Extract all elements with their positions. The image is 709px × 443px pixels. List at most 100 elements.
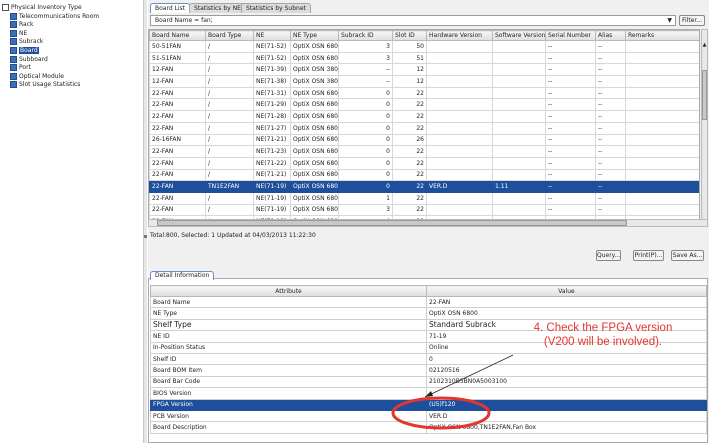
detail-row[interactable]: Board BOM Item 02120516 [150, 364, 707, 377]
table-vertical-scrollbar[interactable]: ▲ [701, 29, 708, 225]
detail-row[interactable]: FPGA Version (U5)f120 [150, 398, 707, 411]
table-horizontal-scrollbar[interactable] [148, 219, 708, 227]
callout-line-1: 4. Check the FPGA version [533, 322, 673, 334]
table-cell: -- [338, 75, 393, 88]
table-cell [625, 51, 699, 65]
table-cell: / [205, 98, 254, 112]
detail-row[interactable]: Shelf ID 0 [150, 352, 707, 366]
column-header[interactable]: Software Version [492, 30, 546, 41]
table-row[interactable]: 50-51FAN / NE(71-52) OptiX OSN 6800 3 50 -- -- [149, 40, 699, 53]
table-cell: OptiX OSN 6800 [290, 98, 339, 112]
table-row[interactable]: 12-FAN / NE(71-39) OptiX OSN 3800 -- 12 -- -- [149, 63, 699, 77]
tab-statistics-by-subnet[interactable]: Statistics by Subnet [241, 3, 311, 13]
table-cell: 0 [338, 145, 393, 158]
table-cell: OptiX OSN 6800 [290, 156, 339, 170]
filter-button[interactable]: Filter... [679, 15, 705, 26]
attribute-cell: In-Position Status [150, 341, 427, 354]
table-row[interactable]: 22-FAN / NE(71-31) OptiX OSN 6800 0 22 -- -- [149, 86, 699, 100]
detail-row[interactable]: Board Description OptiX OSN 6800,TN1E2FAN… [150, 421, 707, 434]
table-cell: NE(71-52) [253, 51, 291, 65]
column-header[interactable]: Serial Number [545, 30, 596, 41]
table-cell: NE(71-52) [253, 40, 291, 53]
table-row[interactable]: 22-FAN / NE(71-27) OptiX OSN 6800 0 22 -- -- [149, 121, 699, 135]
table-row[interactable]: 22-FAN / NE(71-23) OptiX OSN 6800 0 22 -- -- [149, 145, 699, 158]
query-button[interactable]: Query... [596, 250, 621, 261]
table-cell: 22-FAN [149, 203, 206, 217]
table-cell: -- [595, 168, 626, 182]
value-cell: 22-FAN [426, 295, 707, 309]
table-row[interactable]: 22-FAN / NE(71-21) OptiX OSN 6800 0 22 -- -- [149, 168, 699, 182]
tab-detail-information[interactable]: Detail Information [150, 271, 215, 280]
table-row[interactable]: 22-FAN / NE(71-28) OptiX OSN 6800 0 22 -- -- [149, 110, 699, 123]
table-cell: NE(71-19) [253, 191, 291, 205]
table-cell: -- [545, 180, 596, 193]
table-cell [492, 121, 546, 135]
tab-board-list[interactable]: Board List [150, 3, 191, 13]
table-cell: -- [595, 86, 626, 100]
tab-statistics-by-ne[interactable]: Statistics by NE [189, 3, 246, 13]
table-cell: 26 [392, 133, 427, 147]
table-cell: OptiX OSN 6800 [290, 121, 339, 135]
column-header[interactable]: Remarks [625, 30, 699, 41]
scroll-thumb[interactable] [157, 220, 627, 226]
table-row[interactable]: 22-FAN / NE(71-19) OptiX OSN 6800 1 22 -- -- [149, 191, 699, 205]
table-cell: -- [545, 203, 596, 217]
column-header[interactable]: NE [253, 30, 291, 41]
table-row[interactable]: 22-FAN / NE(71-22) OptiX OSN 6800 0 22 -- -- [149, 156, 699, 170]
table-cell: -- [595, 203, 626, 217]
subrack-icon [10, 38, 17, 46]
detail-row[interactable]: PCB Version VER.D [150, 409, 707, 423]
table-cell: 12-FAN [149, 63, 206, 77]
tree-item[interactable]: Slot Usage Statistics [10, 80, 80, 89]
detail-table: Attribute Value Board Name 22-FAN NE Type O… [150, 285, 707, 434]
table-cell [426, 156, 493, 170]
table-row[interactable]: 26-16FAN/NE(71-21)OptiX OSN 6800 ...026 -… [149, 133, 699, 147]
value-cell: 2102310B5BN0A5003100 [426, 375, 707, 389]
column-header-value[interactable]: Value [426, 285, 707, 297]
column-header[interactable]: NE Type [290, 30, 339, 41]
value-cell: 0 [426, 352, 707, 366]
table-cell: NE(71-31) [253, 86, 291, 100]
table-cell: TN1E2FAN [205, 180, 254, 193]
attribute-cell: Board Description [150, 421, 427, 434]
column-header[interactable]: Subrack ID [338, 30, 393, 41]
table-cell: 22 [392, 86, 427, 100]
value-cell: VER.D [426, 409, 707, 423]
attribute-cell: NE Type [150, 307, 427, 320]
detail-row[interactable]: BIOS Version [150, 387, 707, 400]
folder-icon [2, 4, 9, 11]
detail-row[interactable]: Board Bar Code 2102310B5BN0A5003100 [150, 375, 707, 389]
column-header[interactable]: Slot ID [392, 30, 427, 41]
table-cell [625, 75, 699, 88]
table-cell: -- [595, 63, 626, 77]
print-button[interactable]: Print(P)... [633, 250, 664, 261]
column-header[interactable]: Board Type [205, 30, 254, 41]
tree-item-label: Optical Module [19, 72, 64, 80]
detail-row[interactable]: NE Type OptiX OSN 6800 [150, 307, 707, 320]
column-header[interactable]: Hardware Version [426, 30, 493, 41]
table-row[interactable]: 22-FAN / NE(71-29) OptiX OSN 6800 0 22 -- -- [149, 98, 699, 112]
table-row[interactable]: 12-FAN / NE(71-38) OptiX OSN 3800 -- 12 -- -- [149, 75, 699, 88]
table-cell: OptiX OSN 6800 ... [290, 133, 339, 147]
table-cell: 22 [392, 156, 427, 170]
table-cell [426, 75, 493, 88]
scroll-thumb[interactable] [702, 70, 707, 120]
table-cell [625, 86, 699, 100]
table-row[interactable]: 51-51FAN / NE(71-52) OptiX OSN 6800 3 51 -- -- [149, 51, 699, 65]
table-cell: OptiX OSN 6800 [290, 168, 339, 182]
column-header[interactable]: Alias [595, 30, 626, 41]
table-cell [625, 156, 699, 170]
filter-condition-field[interactable]: Board Name = fan; ▼ [150, 15, 676, 26]
table-cell: -- [545, 40, 596, 53]
detail-row[interactable]: Board Name 22-FAN [150, 295, 707, 309]
column-header-attribute[interactable]: Attribute [150, 285, 427, 297]
column-header[interactable]: Board Name [149, 30, 206, 41]
table-row[interactable]: 22-FAN TN1E2FAN NE(71-19) OptiX OSN 6800 0 22… [149, 180, 699, 193]
chevron-down-icon[interactable]: ▼ [667, 16, 672, 25]
save-as-button[interactable]: Save As... [671, 250, 704, 261]
scroll-up-icon[interactable]: ▲ [702, 42, 707, 48]
table-cell [426, 133, 493, 147]
panel-splitter[interactable] [143, 0, 147, 443]
table-row[interactable]: 22-FAN / NE(71-19) OptiX OSN 6800 3 22 -- -- [149, 203, 699, 217]
table-cell: OptiX OSN 3800 [290, 75, 339, 88]
